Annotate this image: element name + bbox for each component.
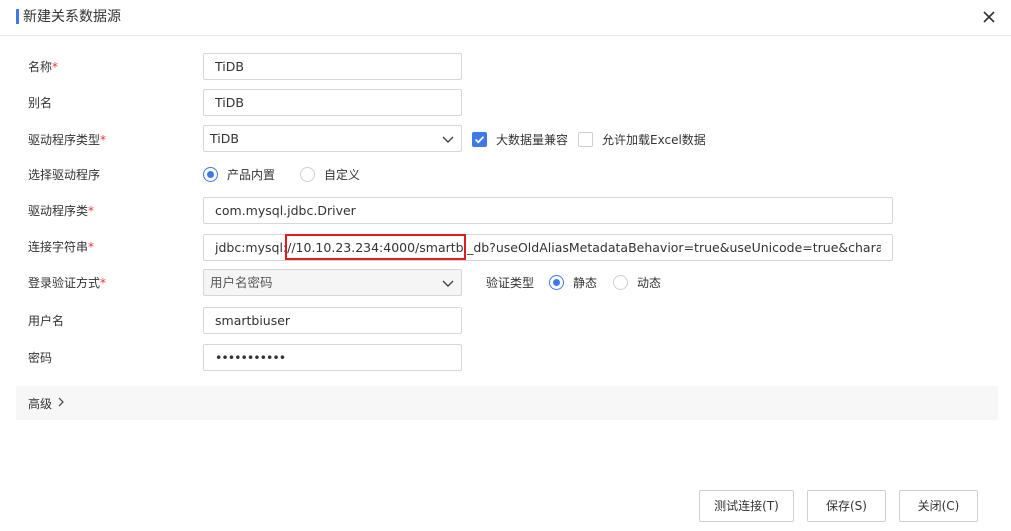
driver-type-value: TiDB [210,131,239,146]
dialog-header: 新建关系数据源 [0,0,1011,36]
radio-static[interactable] [549,275,564,290]
radio-dynamic[interactable] [613,275,628,290]
auth-type-label: 验证类型 [486,276,535,290]
driver-class-label: 驱动程序类* [28,204,95,218]
password-label: 密码 [28,351,53,365]
auth-method-select[interactable]: 用户名密码 [203,269,462,296]
username-input[interactable] [203,307,462,334]
chevron-right-icon [58,397,64,407]
radio-static-label: 静态 [573,276,598,290]
alias-label: 别名 [28,96,53,110]
driver-type-label: 驱动程序类型* [28,133,107,147]
big-data-label: 大数据量兼容 [496,133,569,147]
name-input[interactable] [203,53,462,80]
close-button[interactable]: 关闭(C) [899,490,978,522]
conn-string-input[interactable] [203,234,893,261]
radio-dynamic-label: 动态 [637,276,662,290]
radio-builtin-label: 产品内置 [227,168,276,182]
radio-builtin[interactable] [203,167,218,182]
name-label: 名称* [28,60,59,74]
title-accent-bar [16,9,19,24]
driver-select-label: 选择驱动程序 [28,168,101,182]
alias-input[interactable] [203,89,462,116]
conn-string-label: 连接字符串* [28,240,95,254]
radio-custom-label: 自定义 [324,168,361,182]
big-data-checkbox[interactable] [472,132,487,147]
auth-method-label: 登录验证方式* [28,276,107,290]
chevron-down-icon [442,136,454,143]
dialog-title: 新建关系数据源 [23,9,121,25]
chevron-down-icon [442,280,454,287]
auth-method-value: 用户名密码 [210,275,273,290]
driver-class-input[interactable] [203,197,893,224]
allow-excel-label: 允许加载Excel数据 [602,133,706,147]
test-connection-button[interactable]: 测试连接(T) [699,490,794,522]
advanced-label: 高级 [28,397,53,411]
save-button[interactable]: 保存(S) [807,490,886,522]
check-icon [474,136,485,144]
driver-type-select[interactable]: TiDB [203,125,462,152]
password-input[interactable] [203,344,462,371]
allow-excel-checkbox[interactable] [578,132,593,147]
radio-custom[interactable] [300,167,315,182]
username-label: 用户名 [28,314,65,328]
close-icon[interactable] [980,8,998,26]
advanced-section[interactable]: 高级 [16,386,998,420]
